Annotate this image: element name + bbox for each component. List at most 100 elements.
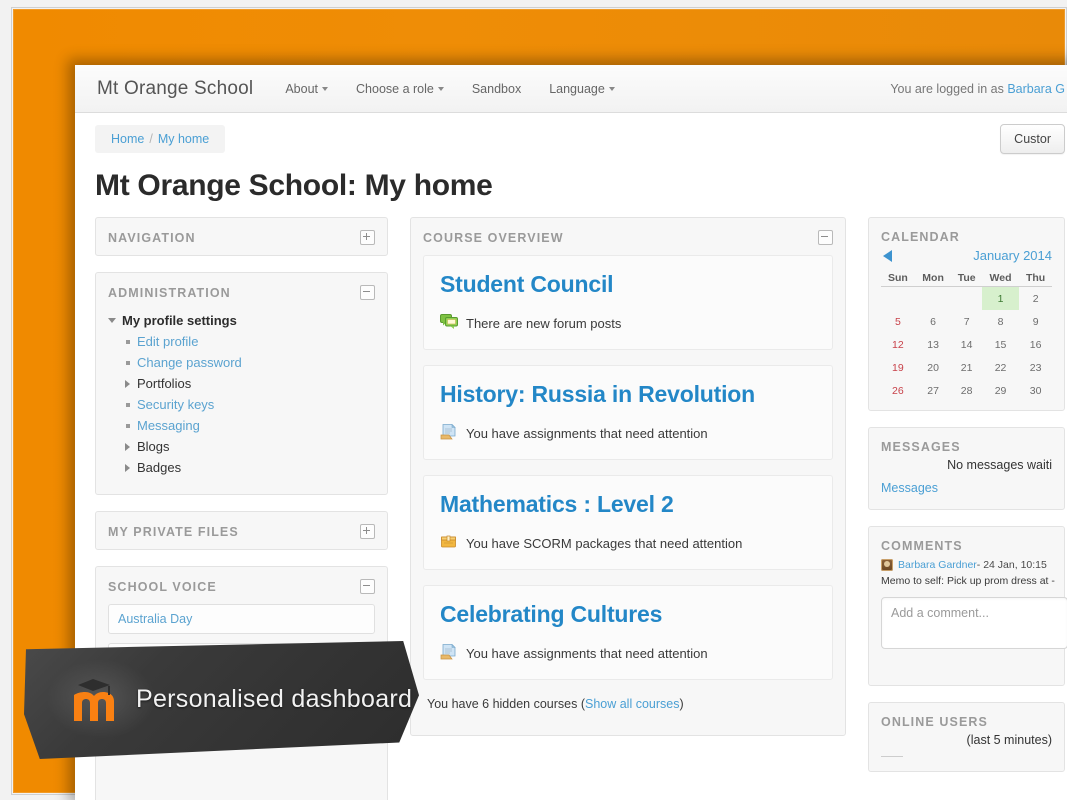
messages-empty-text: No messages waiti [881, 458, 1052, 472]
add-comment-input[interactable]: Add a comment... [881, 597, 1067, 649]
calendar-day[interactable]: 21 [951, 356, 981, 379]
calendar-day[interactable]: 8 [982, 310, 1019, 333]
tree-item-edit-profile[interactable]: Edit profile [124, 331, 375, 352]
top-navbar: Mt Orange School About Choose a role San… [75, 65, 1067, 113]
calendar-weekday: Wed [982, 269, 1019, 287]
calendar-day[interactable]: 27 [915, 379, 952, 402]
comment-text: Memo to self: Pick up prom dress at - [881, 575, 1052, 587]
tree-item-blogs[interactable]: Blogs [124, 436, 375, 457]
triangle-right-icon[interactable] [125, 464, 130, 472]
tree-node-root[interactable]: My profile settings Edit profile Change … [108, 310, 375, 478]
calendar-day[interactable]: 13 [915, 333, 952, 356]
edit-profile-link[interactable]: Edit profile [137, 331, 198, 352]
comment-author-link[interactable]: Barbara Gardner [898, 559, 977, 571]
nav-item-choose-a-role[interactable]: Choose a role [342, 82, 458, 96]
change-password-link[interactable]: Change password [137, 352, 242, 373]
course-link[interactable]: Mathematics : Level 2 [440, 491, 816, 518]
content-columns: NAVIGATION ADMINISTRATION [75, 217, 1067, 800]
block-calendar-body: January 2014 Sun Mon Tue Wed Thu [869, 248, 1064, 410]
course-card: Mathematics : Level 2 [423, 475, 833, 570]
collapse-icon[interactable] [360, 579, 375, 594]
calendar-day[interactable]: 29 [982, 379, 1019, 402]
nav-item-sandbox-label: Sandbox [472, 82, 521, 96]
calendar-day[interactable] [951, 287, 981, 311]
triangle-down-icon[interactable] [108, 318, 116, 323]
school-voice-item-link[interactable]: Australia Day [118, 612, 192, 626]
breadcrumb-home[interactable]: Home [111, 132, 144, 146]
course-card: Student Council [423, 255, 833, 350]
course-link[interactable]: Celebrating Cultures [440, 601, 816, 628]
calendar-day[interactable] [915, 287, 952, 311]
calendar-day[interactable]: 2 [1019, 287, 1052, 311]
block-messages-body: No messages waiti Messages [869, 458, 1064, 509]
triangle-right-icon[interactable] [125, 443, 130, 451]
expand-icon[interactable] [360, 524, 375, 539]
collapse-icon[interactable] [818, 230, 833, 245]
triangle-right-icon[interactable] [125, 380, 130, 388]
block-course-overview-header: COURSE OVERVIEW [411, 218, 845, 255]
bullet-icon [126, 424, 130, 428]
calendar-day[interactable]: 20 [915, 356, 952, 379]
calendar-week-row: 26 27 28 29 30 [881, 379, 1052, 402]
course-link[interactable]: History: Russia in Revolution [440, 381, 816, 408]
calendar-day[interactable]: 16 [1019, 333, 1052, 356]
block-course-overview-body: Student Council [411, 255, 845, 735]
calendar-day[interactable]: 12 [881, 333, 915, 356]
calendar-day[interactable]: 7 [951, 310, 981, 333]
show-all-courses-link[interactable]: Show all courses [585, 697, 680, 711]
calendar-day[interactable] [881, 287, 915, 311]
course-note-text: You have assignments that need attention [466, 426, 708, 441]
calendar-day[interactable]: 15 [982, 333, 1019, 356]
calendar-day[interactable]: 19 [881, 356, 915, 379]
course-link[interactable]: Student Council [440, 271, 816, 298]
user-profile-link[interactable]: Barbara G [1007, 82, 1065, 96]
admin-tree: My profile settings Edit profile Change … [108, 310, 375, 480]
calendar-day[interactable]: 30 [1019, 379, 1052, 402]
assignment-icon [440, 644, 458, 663]
calendar-day[interactable]: 9 [1019, 310, 1052, 333]
calendar-day[interactable]: 6 [915, 310, 952, 333]
course-note-text: You have SCORM packages that need attent… [466, 536, 742, 551]
tree-item-messaging[interactable]: Messaging [124, 415, 375, 436]
calendar-day[interactable]: 26 [881, 379, 915, 402]
block-online-users-header: ONLINE USERS [869, 703, 1064, 733]
course-note: You have assignments that need attention [440, 644, 816, 663]
messaging-link[interactable]: Messaging [137, 415, 200, 436]
page-title: Mt Orange School: My home [75, 165, 1067, 217]
security-keys-link[interactable]: Security keys [137, 394, 214, 415]
tree-item-badges[interactable]: Badges [124, 457, 375, 478]
block-messages-title: MESSAGES [881, 440, 961, 454]
block-online-users-body: (last 5 minutes) [869, 733, 1064, 771]
calendar-day[interactable]: 22 [982, 356, 1019, 379]
collapse-icon[interactable] [360, 285, 375, 300]
tree-item-change-password[interactable]: Change password [124, 352, 375, 373]
course-card: Celebrating Cultures [423, 585, 833, 680]
avatar [881, 559, 893, 571]
nav-item-sandbox[interactable]: Sandbox [458, 82, 535, 96]
online-users-subtitle: (last 5 minutes) [881, 733, 1052, 747]
school-voice-item[interactable] [108, 643, 375, 681]
nav-item-about[interactable]: About [271, 82, 342, 96]
block-navigation: NAVIGATION [95, 217, 388, 256]
breadcrumb-my-home[interactable]: My home [158, 132, 209, 146]
calendar-day[interactable]: 5 [881, 310, 915, 333]
course-note-text: There are new forum posts [466, 316, 621, 331]
breadcrumb-row: Home/My home Custor [75, 113, 1067, 165]
expand-icon[interactable] [360, 230, 375, 245]
calendar-day-today[interactable]: 1 [982, 287, 1019, 311]
site-brand[interactable]: Mt Orange School [89, 78, 271, 100]
school-voice-item[interactable] [108, 690, 375, 728]
calendar-day[interactable]: 28 [951, 379, 981, 402]
messages-link[interactable]: Messages [881, 481, 938, 495]
block-course-overview-title: COURSE OVERVIEW [423, 231, 564, 245]
chevron-down-icon [609, 87, 615, 91]
calendar-day[interactable]: 14 [951, 333, 981, 356]
school-voice-item[interactable]: Australia Day [108, 604, 375, 634]
tree-item-security-keys[interactable]: Security keys [124, 394, 375, 415]
calendar-month-label[interactable]: January 2014 [973, 248, 1052, 263]
triangle-left-icon[interactable] [883, 250, 892, 262]
calendar-day[interactable]: 23 [1019, 356, 1052, 379]
nav-item-language[interactable]: Language [535, 82, 629, 96]
tree-item-portfolios[interactable]: Portfolios [124, 373, 375, 394]
customise-page-button[interactable]: Custor [1000, 124, 1065, 154]
